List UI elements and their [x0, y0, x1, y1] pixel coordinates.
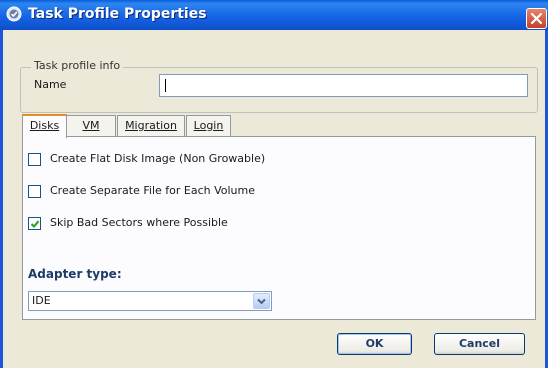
task-profile-properties-dialog: Task Profile Properties Task profile inf…: [0, 0, 548, 368]
tab-login[interactable]: Login: [186, 115, 231, 136]
adapter-type-value: IDE: [32, 294, 51, 307]
tab-disks-label: Disks: [29, 119, 60, 132]
title-bar[interactable]: Task Profile Properties: [0, 0, 548, 30]
skip-bad-sectors-label: Skip Bad Sectors where Possible: [50, 216, 228, 229]
window-title: Task Profile Properties: [28, 6, 207, 22]
text-caret: [165, 79, 166, 92]
separate-file-label: Create Separate File for Each Volume: [50, 184, 256, 197]
cancel-button[interactable]: Cancel: [434, 333, 525, 355]
checkmark-icon: [30, 220, 40, 228]
flat-disk-checkbox[interactable]: [28, 153, 41, 166]
close-icon: [530, 12, 543, 25]
tab-migration-label: Migration: [125, 119, 177, 132]
adapter-type-label: Adapter type:: [28, 267, 122, 281]
skip-bad-sectors-checkbox[interactable]: [28, 217, 41, 230]
separate-file-checkbox[interactable]: [28, 185, 41, 198]
task-profile-info-legend: Task profile info: [31, 59, 124, 72]
gear-icon: [6, 6, 22, 22]
name-input[interactable]: [159, 74, 528, 97]
ok-button[interactable]: OK: [337, 333, 412, 355]
window-frame-left: [0, 30, 3, 368]
adapter-type-select[interactable]: IDE: [28, 291, 272, 311]
tab-migration[interactable]: Migration: [117, 115, 185, 136]
tab-disks[interactable]: Disks: [22, 114, 67, 138]
name-label: Name: [34, 78, 67, 91]
tab-login-label: Login: [193, 119, 224, 132]
close-button[interactable]: [526, 8, 547, 29]
tab-vm-label: VM: [82, 119, 100, 132]
flat-disk-label: Create Flat Disk Image (Non Growable): [50, 152, 266, 165]
tab-vm[interactable]: VM: [66, 115, 116, 136]
chevron-down-icon[interactable]: [253, 293, 270, 309]
